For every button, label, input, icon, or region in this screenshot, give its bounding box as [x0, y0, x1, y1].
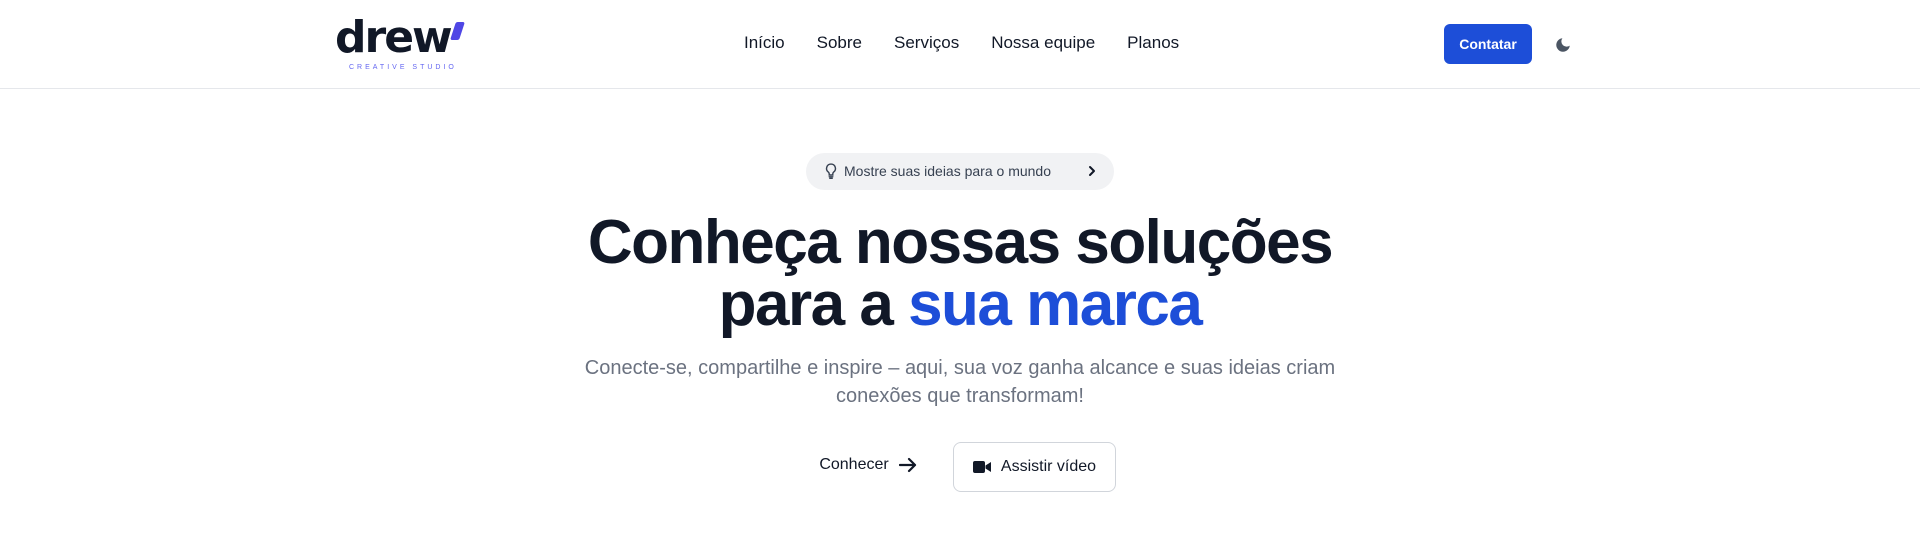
- conhecer-label: Conhecer: [819, 456, 889, 473]
- announcement-text: Mostre suas ideias para o mundo: [844, 163, 1051, 179]
- nav-item-planos[interactable]: Planos: [1127, 31, 1179, 55]
- hero-headline: Conheça nossas soluções para a sua marca: [0, 212, 1920, 336]
- nav-item-sobre[interactable]: Sobre: [817, 31, 862, 55]
- conhecer-button[interactable]: Conhecer: [808, 443, 928, 487]
- watch-video-button[interactable]: Assistir vídeo: [953, 442, 1116, 492]
- brand-tagline: CREATIVE STUDIO: [349, 64, 457, 71]
- headline-line-2-prefix: para a: [718, 270, 909, 339]
- headline-accent: sua marca: [908, 270, 1203, 339]
- brand-logo[interactable]: drew CREATIVE STUDIO: [335, 12, 467, 74]
- contact-button[interactable]: Contatar: [1444, 24, 1532, 64]
- video-camera-icon: [972, 461, 991, 473]
- brand-accent-mark: [450, 22, 465, 40]
- brand-wordmark: drew: [335, 12, 453, 63]
- site-header: drew CREATIVE STUDIO Início Sobre Serviç…: [0, 0, 1920, 89]
- arrow-right-icon: [898, 457, 916, 473]
- nav-item-nossa-equipe[interactable]: Nossa equipe: [991, 31, 1095, 55]
- theme-toggle[interactable]: [1552, 34, 1574, 56]
- chevron-right-icon: [1089, 166, 1095, 176]
- main-nav: Início Sobre Serviços Nossa equipe Plano…: [744, 31, 1179, 55]
- hero-subtitle: Conecte-se, compartilhe e inspire – aqui…: [584, 357, 1336, 407]
- nav-item-servicos[interactable]: Serviços: [894, 31, 959, 55]
- announcement-pill[interactable]: Mostre suas ideias para o mundo: [806, 153, 1114, 190]
- lightbulb-icon: [825, 163, 837, 179]
- watch-video-label: Assistir vídeo: [1000, 458, 1097, 475]
- moon-icon: [1556, 38, 1570, 52]
- headline-line-1: Conheça nossas soluções: [587, 208, 1334, 277]
- nav-item-inicio[interactable]: Início: [744, 31, 785, 55]
